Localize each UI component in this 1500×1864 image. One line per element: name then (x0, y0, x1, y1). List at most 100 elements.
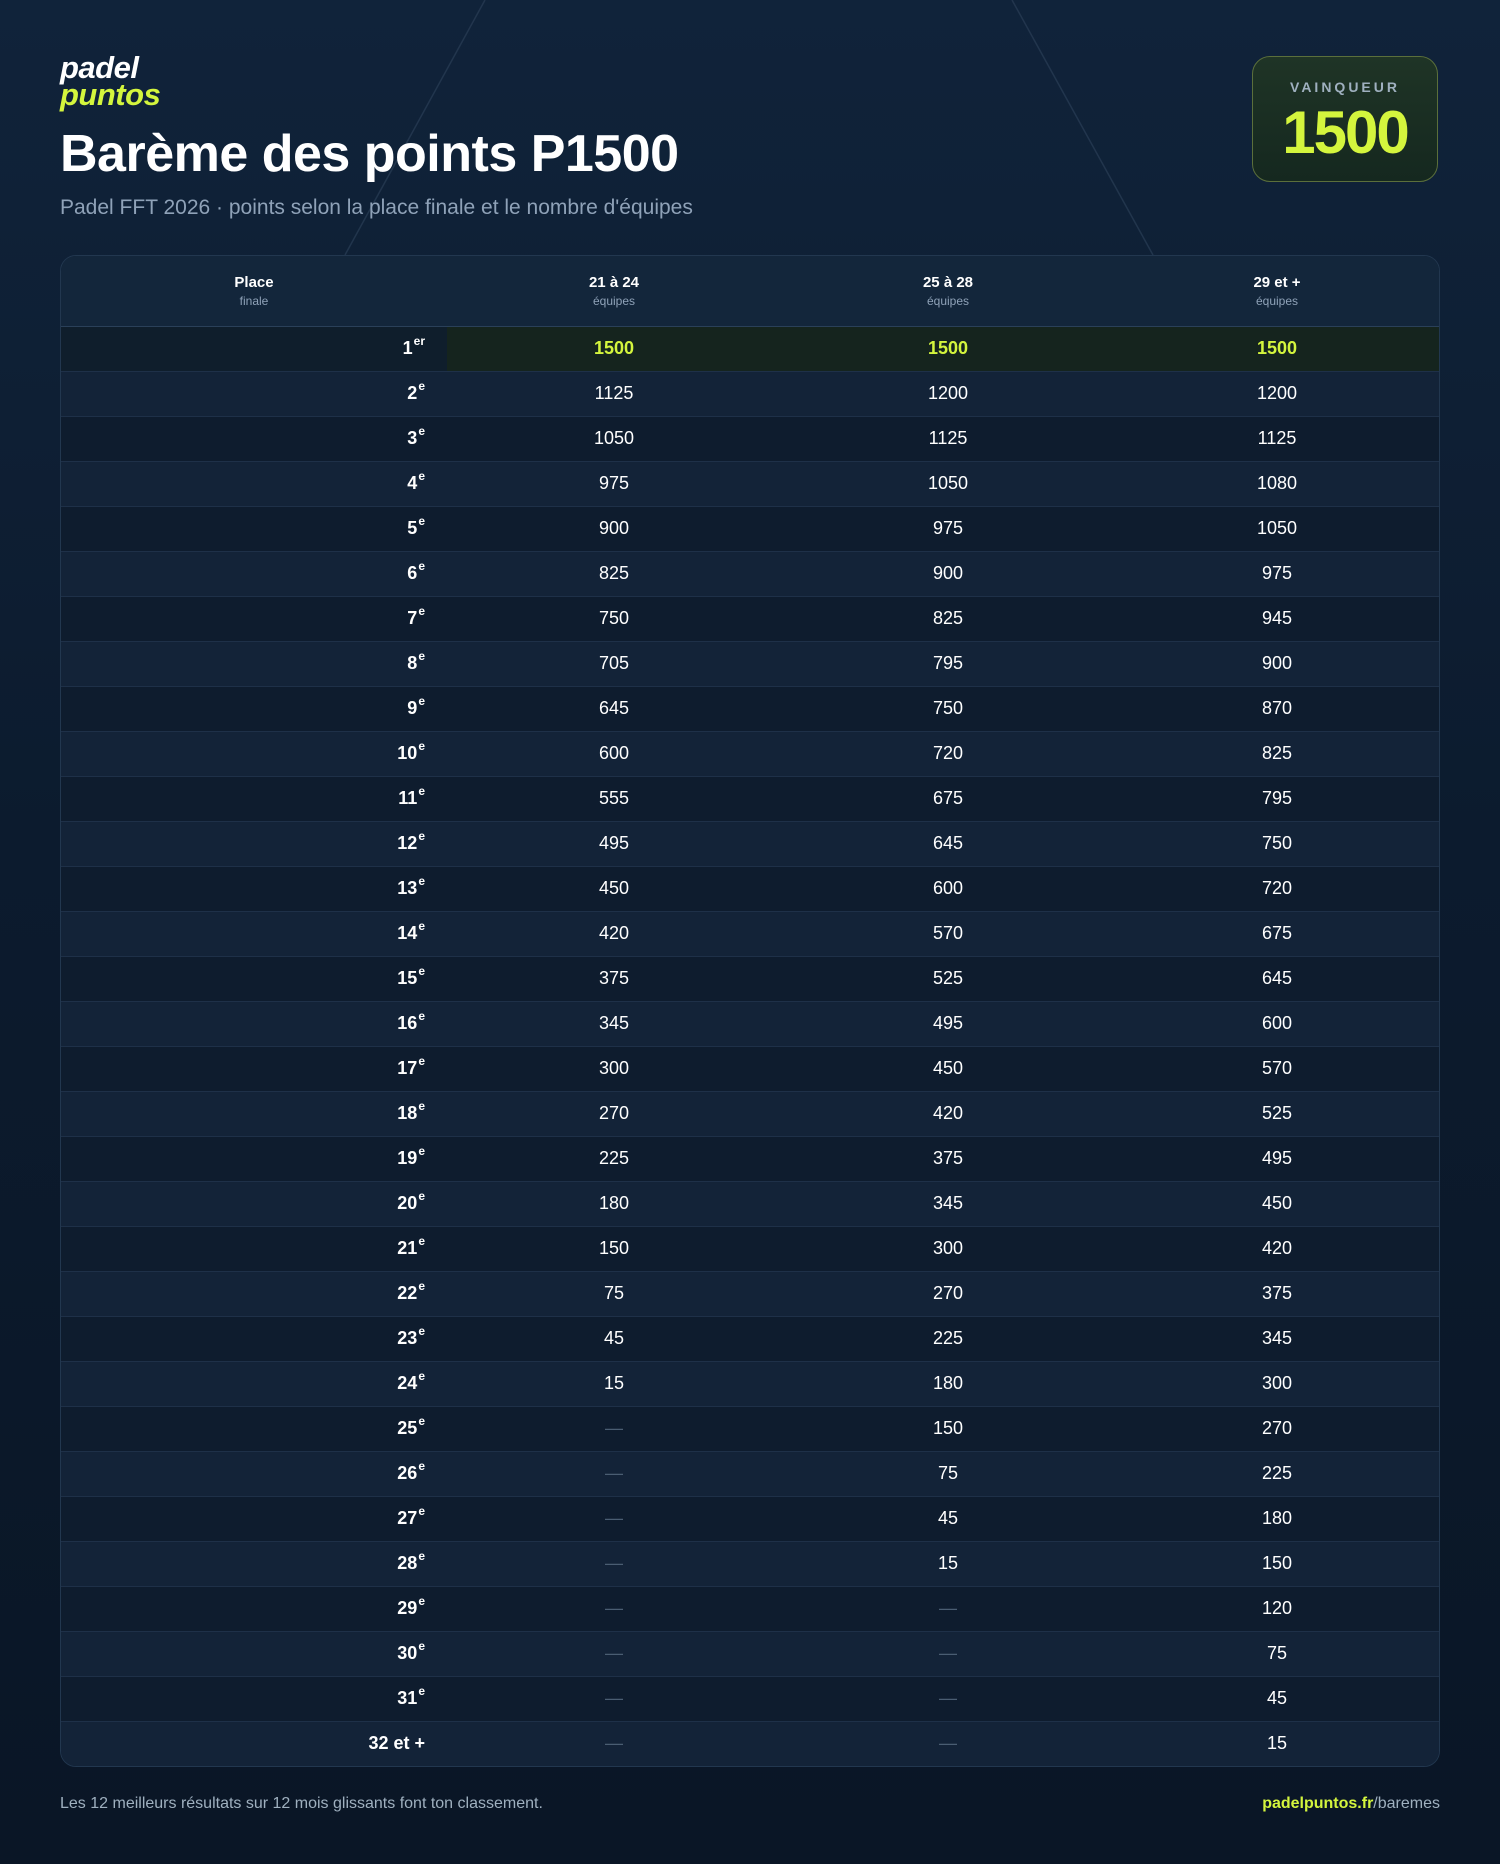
winner-label: VAINQUEUR (1290, 79, 1400, 95)
place-suffix: e (418, 1639, 425, 1653)
place-cell: 19e (61, 1135, 447, 1181)
points-cell: 870 (1115, 685, 1439, 731)
place-suffix: e (418, 1279, 425, 1293)
table-row: 24e 15 180 300 (61, 1360, 1439, 1406)
table-row: 13e 450 600 720 (61, 865, 1439, 911)
header-25-28: 25 à 28 équipes (781, 256, 1115, 327)
points-cell: 645 (447, 685, 781, 731)
place-cell: 24e (61, 1360, 447, 1406)
place-suffix: e (418, 379, 425, 393)
place-number: 26 (397, 1463, 418, 1483)
table-row: 22e 75 270 375 (61, 1270, 1439, 1316)
place-cell: 9e (61, 685, 447, 731)
place-number: 31 (397, 1688, 418, 1708)
footer-link[interactable]: padelpuntos.fr/baremes (1262, 1795, 1440, 1813)
header-place-sub: finale (239, 293, 269, 308)
place-cell: 26e (61, 1450, 447, 1496)
table-row: 11e 555 675 795 (61, 775, 1439, 821)
place-number: 6 (407, 563, 418, 583)
winner-card: VAINQUEUR 1500 (1252, 56, 1438, 182)
table-row: 29e — —120 (61, 1585, 1439, 1631)
table-row: 25e —150 270 (61, 1405, 1439, 1451)
table-row: 28e —15 150 (61, 1540, 1439, 1586)
place-number: 17 (397, 1058, 418, 1078)
table-row: 32 et + — —15 (61, 1720, 1439, 1766)
place-suffix: e (418, 1324, 425, 1338)
points-cell: 645 (781, 820, 1115, 866)
points-cell: — (447, 1450, 781, 1496)
page-title: Barème des points P1500 (60, 125, 679, 183)
place-cell: 13e (61, 865, 447, 911)
points-cell: 270 (781, 1270, 1115, 1316)
points-cell: 75 (1115, 1630, 1439, 1676)
place-cell: 17e (61, 1045, 447, 1091)
place-number: 1 (402, 338, 413, 358)
place-suffix: e (418, 1009, 425, 1023)
place-suffix: e (418, 1459, 425, 1473)
place-number: 5 (407, 518, 418, 538)
place-cell: 28e (61, 1540, 447, 1586)
points-cell: 300 (781, 1225, 1115, 1271)
place-suffix: e (418, 469, 425, 483)
points-cell: 45 (1115, 1675, 1439, 1721)
points-cell: 555 (447, 775, 781, 821)
points-cell: 975 (447, 460, 781, 506)
place-suffix: e (418, 1594, 425, 1608)
points-cell: 15 (781, 1540, 1115, 1586)
points-cell: 225 (1115, 1450, 1439, 1496)
place-number: 8 (407, 653, 418, 673)
place-cell: 6e (61, 550, 447, 596)
points-cell: 900 (781, 550, 1115, 596)
place-cell: 25e (61, 1405, 447, 1451)
place-suffix: e (418, 1099, 425, 1113)
place-number: 15 (397, 968, 418, 988)
points-cell: 1125 (447, 370, 781, 416)
footer-link-host: padelpuntos.fr (1262, 1795, 1374, 1812)
points-cell: 150 (781, 1405, 1115, 1451)
place-cell: 3e (61, 415, 447, 461)
points-cell: 975 (1115, 550, 1439, 596)
points-cell: 525 (1115, 1090, 1439, 1136)
place-suffix: e (418, 424, 425, 438)
points-cell: 975 (781, 505, 1115, 551)
points-cell: 300 (1115, 1360, 1439, 1406)
points-cell: 1050 (447, 415, 781, 461)
place-suffix: e (418, 784, 425, 798)
points-cell: 705 (447, 640, 781, 686)
points-cell: 270 (1115, 1405, 1439, 1451)
header-21-24-label: 21 à 24 (588, 273, 640, 291)
table-row: 12e 495 645 750 (61, 820, 1439, 866)
points-cell: 1500 (447, 326, 781, 371)
brand-logo[interactable]: padel puntos (60, 52, 161, 110)
place-number: 29 (397, 1598, 418, 1618)
place-cell: 29e (61, 1585, 447, 1631)
points-cell: 825 (447, 550, 781, 596)
place-cell: 21e (61, 1225, 447, 1271)
points-cell: — (447, 1405, 781, 1451)
place-suffix: e (418, 874, 425, 888)
points-cell: — (781, 1585, 1115, 1631)
points-cell: 495 (447, 820, 781, 866)
header-place: Place finale (61, 256, 447, 327)
points-cell: 450 (781, 1045, 1115, 1091)
points-cell: 15 (447, 1360, 781, 1406)
place-number: 23 (397, 1328, 418, 1348)
place-cell: 10e (61, 730, 447, 776)
place-suffix: e (418, 829, 425, 843)
place-cell: 16e (61, 1000, 447, 1046)
points-cell: 180 (447, 1180, 781, 1226)
header-place-label: Place (234, 273, 274, 291)
points-table-card: Place finale 21 à 24 équipes 25 à 28 équ… (60, 255, 1440, 1767)
points-cell: 345 (447, 1000, 781, 1046)
place-number: 27 (397, 1508, 418, 1528)
points-cell: 270 (447, 1090, 781, 1136)
place-cell: 15e (61, 955, 447, 1001)
place-number: 11 (398, 788, 418, 808)
points-cell: 150 (447, 1225, 781, 1271)
points-cell: 795 (781, 640, 1115, 686)
place-cell: 11e (61, 775, 447, 821)
points-cell: — (781, 1630, 1115, 1676)
place-cell: 32 et + (61, 1720, 447, 1766)
place-cell: 7e (61, 595, 447, 641)
table-row: 16e 345 495 600 (61, 1000, 1439, 1046)
